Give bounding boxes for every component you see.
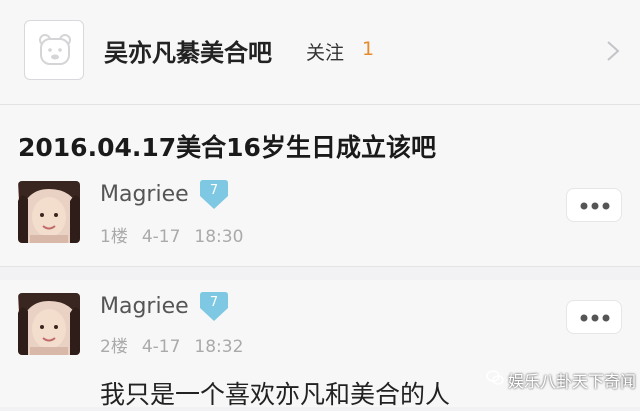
avatar[interactable] xyxy=(18,293,80,355)
forum-name[interactable]: 吴亦凡綦美合吧 xyxy=(104,33,272,68)
level-badge: 7 xyxy=(198,292,230,322)
chevron-right-icon[interactable] xyxy=(604,40,622,62)
forum-header[interactable]: 吴亦凡綦美合吧 关注 1 xyxy=(0,0,640,105)
follow-label: 关注 xyxy=(306,42,345,64)
floor-number: 2楼 xyxy=(100,337,128,357)
post-time: 18:32 xyxy=(194,337,244,357)
username[interactable]: Magriee xyxy=(100,294,189,319)
bear-face-icon[interactable] xyxy=(24,20,84,80)
more-icon xyxy=(580,202,610,210)
post-date: 4-17 xyxy=(141,337,181,357)
wechat-icon xyxy=(486,370,504,385)
level-number: 7 xyxy=(209,295,219,310)
more-icon xyxy=(580,314,610,322)
post-content: 我只是一个喜欢亦凡和美合的人 xyxy=(100,380,451,409)
more-button[interactable] xyxy=(566,188,622,222)
post-time: 18:30 xyxy=(194,227,244,247)
watermark-text: 娱乐八卦天下奇闻 xyxy=(508,372,637,391)
level-number: 7 xyxy=(209,183,219,198)
level-badge: 7 xyxy=(198,180,230,210)
follow-count: 1 xyxy=(362,38,375,60)
post-date: 4-17 xyxy=(141,227,181,247)
more-button[interactable] xyxy=(566,300,622,334)
floor-number: 1楼 xyxy=(100,227,128,247)
username[interactable]: Magriee xyxy=(100,182,189,207)
avatar[interactable] xyxy=(18,181,80,243)
post-meta: 1楼 4-17 18:30 xyxy=(100,222,257,247)
post-1 xyxy=(0,165,640,267)
thread-title: 2016.04.17美合16岁生日成立该吧 xyxy=(18,133,436,162)
post-meta: 2楼 4-17 18:32 xyxy=(100,332,257,357)
